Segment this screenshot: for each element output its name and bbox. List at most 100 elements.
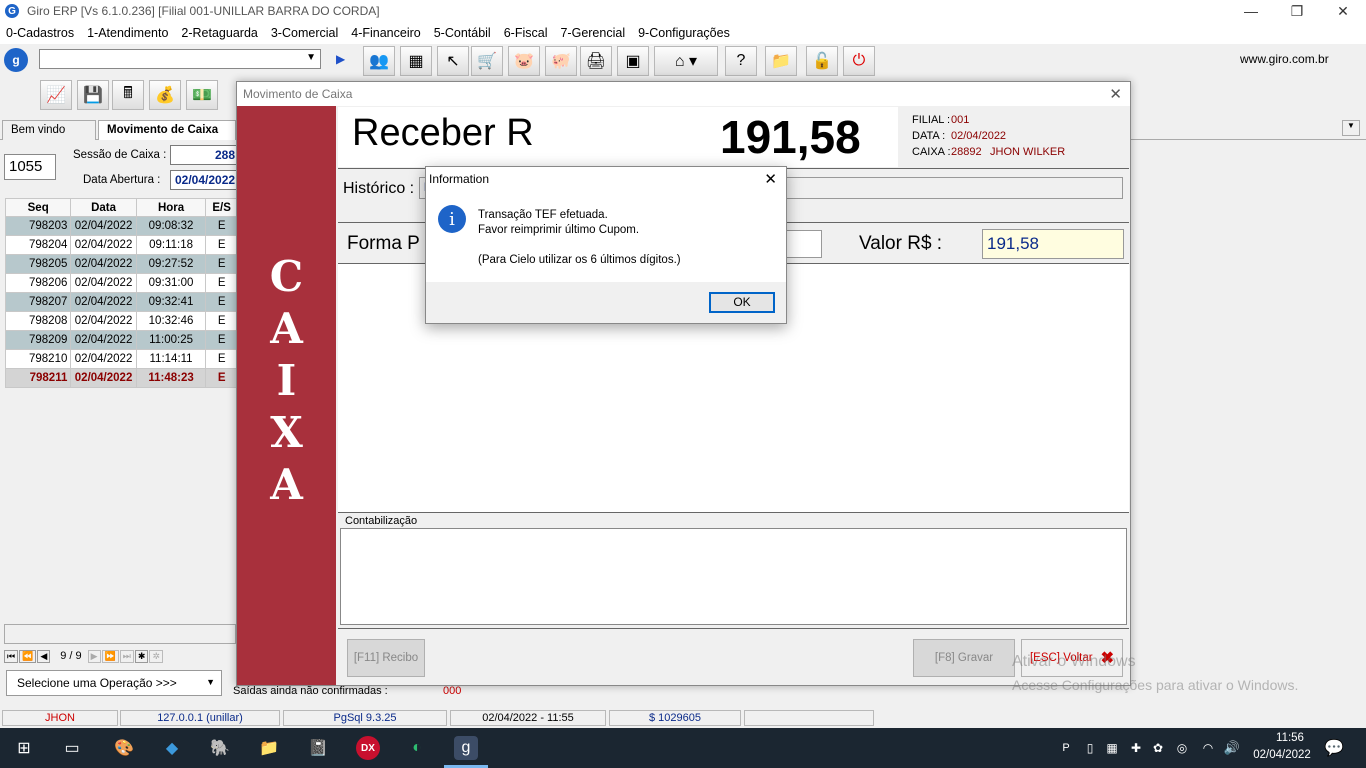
scrollbar[interactable]: [4, 624, 236, 644]
command-combo[interactable]: ▼: [39, 49, 321, 69]
table-row[interactable]: 798210 02/04/2022 11:14:11 E: [4, 349, 238, 369]
tab-list-dropdown[interactable]: ▼: [1342, 120, 1360, 136]
cash-register-icon[interactable]: 🖩: [112, 80, 144, 110]
table-row[interactable]: 798211 02/04/2022 11:48:23 E: [4, 368, 238, 388]
tray-shield-icon[interactable]: ✚: [1124, 736, 1148, 760]
recibo-button[interactable]: [F11] Recibo: [347, 639, 425, 677]
close-icon[interactable]: ✕: [1109, 85, 1122, 103]
task-view-icon[interactable]: ▭: [60, 736, 84, 760]
tray-usb-icon[interactable]: ▯: [1078, 736, 1102, 760]
last-record-icon[interactable]: ⏭: [119, 649, 134, 663]
save-icon[interactable]: 💾: [77, 80, 109, 110]
col-es[interactable]: E/S: [205, 198, 238, 217]
navigator: ⏮ ⏪ ◀ 9 / 9 ▶ ⏩ ⏭ ✱ ✲: [4, 647, 236, 665]
cube-icon[interactable]: ▦: [400, 46, 432, 76]
go-arrow-icon[interactable]: ▶: [336, 52, 345, 66]
sessao-label: Sessão de Caixa :: [73, 149, 167, 161]
menu-contabil[interactable]: 5-Contábil: [434, 26, 491, 40]
home-icon[interactable]: ⌂ ▾: [654, 46, 718, 76]
close-window-button[interactable]: ✕: [1320, 0, 1366, 22]
tray-p-icon[interactable]: P: [1054, 736, 1078, 760]
menu-comercial[interactable]: 3-Comercial: [271, 26, 338, 40]
table-row[interactable]: 798206 02/04/2022 09:31:00 E: [4, 273, 238, 293]
info-panel: FILIAL : 001 DATA : 02/04/2022 CAIXA : 2…: [900, 107, 1129, 167]
piggy-bank-icon[interactable]: 🐷: [508, 46, 540, 76]
menu-gerencial[interactable]: 7-Gerencial: [560, 26, 625, 40]
money-icon[interactable]: 💵: [186, 80, 218, 110]
cursor-icon[interactable]: ↖: [437, 46, 469, 76]
abertura-field[interactable]: 02/04/2022: [170, 170, 240, 190]
ok-button[interactable]: OK: [709, 292, 775, 313]
power-icon[interactable]: ⏻: [843, 46, 875, 76]
operation-select[interactable]: Selecione uma Operação >>> ▼: [6, 670, 222, 696]
prev-page-icon[interactable]: ⏪: [19, 649, 37, 663]
windows-start-icon[interactable]: ⊞: [12, 736, 36, 760]
col-hora[interactable]: Hora: [135, 198, 207, 217]
website-link[interactable]: www.giro.com.br: [1240, 52, 1329, 66]
tab-movimento-caixa[interactable]: Movimento de Caixa: [98, 120, 236, 140]
maximize-button[interactable]: ❐: [1274, 0, 1320, 22]
table-row[interactable]: 798204 02/04/2022 09:11:18 E: [4, 235, 238, 255]
col-data[interactable]: Data: [70, 198, 137, 217]
dx-icon[interactable]: DX: [356, 736, 380, 760]
close-icon[interactable]: ✕: [764, 170, 777, 188]
refresh-icon[interactable]: ✲: [149, 649, 163, 663]
lock-icon[interactable]: 🔓: [806, 46, 838, 76]
tray-network-icon[interactable]: ▦: [1100, 736, 1124, 760]
status-datetime: 02/04/2022 - 11:55: [450, 710, 606, 726]
users-icon[interactable]: 👥: [363, 46, 395, 76]
paint-icon[interactable]: 🎨: [112, 736, 136, 760]
banner-letter: A: [270, 304, 303, 353]
clock-time[interactable]: 11:56: [1262, 732, 1318, 744]
tab-bem-vindo[interactable]: Bem vindo: [2, 120, 96, 140]
table-row[interactable]: 798205 02/04/2022 09:27:52 E: [4, 254, 238, 274]
contab-area[interactable]: [340, 528, 1127, 625]
caixa-value: 28892: [951, 146, 982, 158]
tray-camera-icon[interactable]: ◎: [1170, 736, 1194, 760]
vscode-icon[interactable]: ◆: [160, 736, 184, 760]
window-title: Giro ERP [Vs 6.1.0.236] [Filial 001-UNIL…: [27, 4, 380, 18]
operation-label: Selecione uma Operação >>>: [17, 676, 177, 690]
table-row[interactable]: 798208 02/04/2022 10:32:46 E: [4, 311, 238, 331]
folder-close-icon[interactable]: 📁: [765, 46, 797, 76]
windows-icon[interactable]: ▣: [617, 46, 649, 76]
valor-field[interactable]: 191,58: [982, 229, 1124, 259]
edge-icon[interactable]: ◐: [405, 736, 429, 760]
first-record-icon[interactable]: ⏮: [4, 649, 19, 663]
printer-icon[interactable]: 🖨: [580, 46, 612, 76]
menu-retaguarda[interactable]: 2-Retaguarda: [181, 26, 257, 40]
wifi-icon[interactable]: ◠: [1196, 736, 1220, 760]
notifications-icon[interactable]: 💬: [1322, 736, 1346, 760]
file-explorer-icon[interactable]: 📁: [257, 736, 281, 760]
menu-cadastros[interactable]: 0-Cadastros: [6, 26, 74, 40]
cell-data: 02/04/2022: [70, 368, 137, 388]
help-icon[interactable]: ?: [725, 46, 757, 76]
notepad-icon[interactable]: 📓: [306, 736, 330, 760]
tray-app-icon[interactable]: ✿: [1146, 736, 1170, 760]
money-bag-icon[interactable]: 💰: [149, 80, 181, 110]
piggy-bank-green-icon[interactable]: 🐖: [545, 46, 577, 76]
pgadmin-icon[interactable]: 🐘: [208, 736, 232, 760]
cart-icon[interactable]: 🛒: [471, 46, 503, 76]
menu-fiscal[interactable]: 6-Fiscal: [504, 26, 548, 40]
information-messagebox: Information ✕ i Transação TEF efetuada. …: [425, 166, 787, 324]
next-page-icon[interactable]: ⏩: [101, 649, 119, 663]
gravar-button[interactable]: [F8] Gravar: [913, 639, 1015, 677]
clock-date[interactable]: 02/04/2022: [1244, 749, 1320, 761]
chevron-down-icon[interactable]: ▼: [306, 52, 316, 63]
menu-configuracoes[interactable]: 9-Configurações: [638, 26, 730, 40]
prev-record-icon[interactable]: ◀: [37, 649, 51, 663]
table-row[interactable]: 798209 02/04/2022 11:00:25 E: [4, 330, 238, 350]
chart-icon[interactable]: 📈: [40, 80, 72, 110]
col-seq[interactable]: Seq: [4, 198, 72, 217]
next-record-icon[interactable]: ▶: [87, 649, 101, 663]
menu-atendimento[interactable]: 1-Atendimento: [87, 26, 168, 40]
sessao-field[interactable]: 288: [170, 145, 240, 165]
giro-taskbar-icon[interactable]: g: [454, 736, 478, 760]
insert-icon[interactable]: ✱: [134, 649, 149, 663]
table-row[interactable]: 798203 02/04/2022 09:08:32 E: [4, 216, 238, 236]
volume-icon[interactable]: 🔊: [1220, 736, 1244, 760]
menu-financeiro[interactable]: 4-Financeiro: [351, 26, 420, 40]
minimize-button[interactable]: —: [1228, 0, 1274, 22]
table-row[interactable]: 798207 02/04/2022 09:32:41 E: [4, 292, 238, 312]
